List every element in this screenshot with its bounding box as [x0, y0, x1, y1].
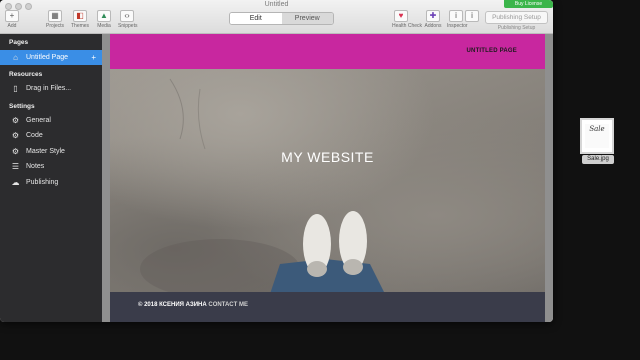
home-icon: ⌂ — [13, 53, 18, 62]
resources-header: Resources — [9, 71, 43, 78]
sidebar-item-code[interactable]: ⚙ Code — [0, 128, 102, 143]
media-button[interactable]: ▲ Media — [95, 10, 113, 29]
sidebar-item-master-style[interactable]: ⚙ Master Style — [0, 144, 102, 159]
hero-image: MY WEBSITE — [110, 69, 545, 294]
page-title[interactable]: UNTITLED PAGE — [467, 48, 518, 54]
sidebar-item-label: Untitled Page — [26, 54, 69, 61]
site-footer: © 2018 КСЕНИЯ АЗИНА CONTACT ME — [110, 292, 545, 322]
footer-copyright[interactable]: © 2018 КСЕНИЯ АЗИНА CONTACT ME — [138, 302, 248, 308]
projects-label: Projects — [46, 23, 65, 29]
contact-link[interactable]: CONTACT ME — [208, 302, 248, 308]
gear-icon: ⚙ — [11, 131, 20, 140]
gear-icon: ⚙ — [11, 147, 20, 156]
media-label: Media — [97, 23, 111, 29]
projects-button[interactable]: ▦ Projects — [46, 10, 64, 29]
gear-icon: ⚙ — [11, 116, 20, 125]
sidebar-item-label: General — [26, 117, 51, 124]
heart-icon: ♥ — [394, 10, 408, 22]
desktop-file-icon[interactable]: Sale — [580, 118, 614, 154]
file-icon: ▯ — [13, 84, 18, 93]
sidebar-item-label: Publishing — [26, 179, 59, 186]
inspector-label: Inspector — [447, 23, 468, 29]
edit-mode-button[interactable]: Edit — [230, 13, 282, 24]
health-check-button[interactable]: ♥ Health Check — [392, 10, 423, 29]
sidebar-item-label: Notes — [26, 163, 45, 170]
inspector-button[interactable]: i — [463, 10, 481, 22]
themes-button[interactable]: ◧ Themes — [71, 10, 89, 29]
website-preview[interactable]: UNTITLED PAGE MY WEBSITE © 2018 КСЕНИЯ А… — [110, 34, 545, 322]
sidebar-item-drag-files[interactable]: ▯ Drag in Files... — [0, 81, 102, 96]
palette-icon: ◧ — [73, 10, 87, 22]
sidebar-item-publishing[interactable]: ☁ Publishing — [0, 175, 102, 190]
image-icon: ▲ — [97, 10, 111, 22]
puzzle-icon: ✚ — [426, 10, 440, 22]
publishing-setup-label: Publishing Setup — [497, 25, 536, 31]
grid-icon: ▦ — [48, 10, 62, 22]
addons-button[interactable]: ✚ Addons — [424, 10, 442, 29]
sidebar-item-notes[interactable]: ☰ Notes — [0, 159, 102, 174]
sidebar-item-label: Code — [26, 132, 43, 139]
plus-icon: + — [5, 10, 19, 22]
notes-icon: ☰ — [11, 162, 20, 171]
sidebar-item-general[interactable]: ⚙ General — [0, 113, 102, 128]
file-thumbnail: Sale — [585, 124, 609, 148]
sidebar-item-label: Drag in Files... — [26, 85, 72, 92]
cloud-icon: ☁ — [11, 178, 20, 187]
info-icon: i — [465, 10, 479, 22]
preview-mode-button[interactable]: Preview — [281, 13, 333, 24]
site-header: UNTITLED PAGE — [110, 34, 545, 69]
settings-header: Settings — [9, 103, 35, 110]
mode-toggle: Edit Preview — [229, 12, 334, 25]
site-title[interactable]: MY WEBSITE — [110, 149, 545, 165]
info-icon: i — [449, 10, 463, 22]
sidebar-item-untitled-page[interactable]: ⌂ Untitled Page + — [0, 50, 102, 65]
snippets-button[interactable]: ‹› Snippets — [118, 10, 138, 29]
code-icon: ‹› — [120, 10, 134, 22]
add-button[interactable]: + Add — [3, 10, 21, 29]
desktop-file-label[interactable]: Sale.jpg — [582, 155, 614, 164]
window-title: Untitled — [264, 1, 289, 8]
snippets-label: Snippets — [118, 23, 138, 29]
add-page-button[interactable]: + — [91, 50, 96, 65]
health-check-label: Health Check — [392, 23, 423, 29]
sidebar-item-label: Master Style — [26, 148, 65, 155]
hero-photo — [140, 78, 385, 294]
pages-header: Pages — [9, 39, 29, 46]
buy-license-button[interactable]: Buy License — [504, 0, 553, 8]
themes-label: Themes — [71, 23, 90, 29]
title-bar: Untitled + Add ▦ Projects ◧ Themes ▲ Med… — [0, 0, 553, 34]
publishing-setup-button[interactable]: Publishing Setup — [485, 11, 548, 24]
footer-copy-text: © 2018 КСЕНИЯ АЗИНА — [138, 302, 207, 308]
addons-label: Addons — [424, 23, 442, 29]
sidebar: Pages ⌂ Untitled Page + Resources ▯ Drag… — [0, 34, 102, 322]
add-label: Add — [7, 23, 17, 29]
